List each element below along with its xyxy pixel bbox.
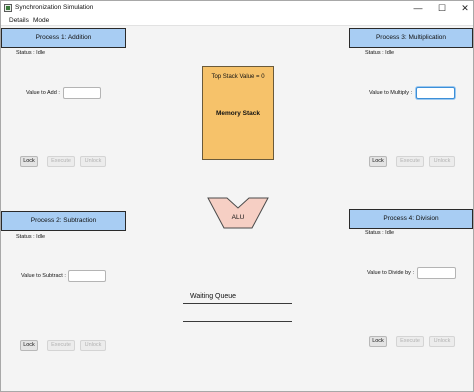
waiting-queue-label: Waiting Queue	[190, 293, 237, 300]
process-1-value-input[interactable]	[63, 87, 101, 99]
process-1-unlock-button[interactable]: Unlock	[80, 156, 106, 167]
menu-mode[interactable]: Mode	[33, 17, 49, 24]
menu-details[interactable]: Details	[9, 17, 29, 24]
process-2-value-label: Value to Subtract :	[21, 273, 66, 279]
title-bar: Synchronization Simulation — ☐ ✕	[1, 1, 473, 15]
memory-stack: Top Stack Value = 0 Memory Stack	[202, 66, 274, 160]
process-3-unlock-button[interactable]: Unlock	[429, 156, 455, 167]
process-1-header: Process 1: Addition	[1, 28, 126, 48]
top-stack-value: Top Stack Value = 0	[211, 74, 265, 80]
process-2-status: Status : Idle	[16, 234, 46, 240]
process-4-value-label: Value to Divide by :	[367, 270, 414, 276]
process-4-header: Process 4: Division	[349, 209, 473, 229]
minimize-button[interactable]: —	[405, 1, 431, 15]
process-3-status: Status : Idle	[365, 50, 395, 56]
memory-stack-title: Memory Stack	[215, 110, 261, 117]
process-2-execute-button[interactable]: Execute	[47, 340, 75, 351]
alu-shape	[207, 197, 269, 229]
process-3-execute-button[interactable]: Execute	[396, 156, 424, 167]
app-window: Synchronization Simulation — ☐ ✕ Details…	[0, 0, 474, 392]
process-2-unlock-button[interactable]: Unlock	[80, 340, 106, 351]
process-3-value-input[interactable]	[416, 87, 455, 99]
process-4-status: Status : Idle	[365, 230, 395, 236]
process-1-value-label: Value to Add :	[26, 90, 60, 96]
process-2-header: Process 2: Subtraction	[1, 211, 126, 231]
process-1-lock-button[interactable]: Lock	[20, 156, 38, 167]
process-4-unlock-button[interactable]: Unlock	[429, 336, 455, 347]
close-button[interactable]: ✕	[452, 1, 474, 15]
alu-label: ALU	[231, 214, 245, 221]
process-1-execute-button[interactable]: Execute	[47, 156, 75, 167]
app-icon	[4, 4, 12, 12]
menu-bar: Details Mode	[1, 15, 473, 26]
process-3-value-label: Value to Multiply :	[369, 90, 413, 96]
process-2-lock-button[interactable]: Lock	[20, 340, 38, 351]
process-3-lock-button[interactable]: Lock	[369, 156, 387, 167]
process-1-status: Status : Idle	[16, 50, 46, 56]
waiting-queue-bottom-line	[183, 321, 292, 322]
process-2-value-input[interactable]	[68, 270, 106, 282]
process-4-lock-button[interactable]: Lock	[369, 336, 387, 347]
process-4-value-input[interactable]	[417, 267, 456, 279]
process-4-execute-button[interactable]: Execute	[396, 336, 424, 347]
window-title: Synchronization Simulation	[15, 4, 94, 11]
waiting-queue-top-line	[183, 303, 292, 304]
process-3-header: Process 3: Multiplication	[349, 28, 473, 48]
